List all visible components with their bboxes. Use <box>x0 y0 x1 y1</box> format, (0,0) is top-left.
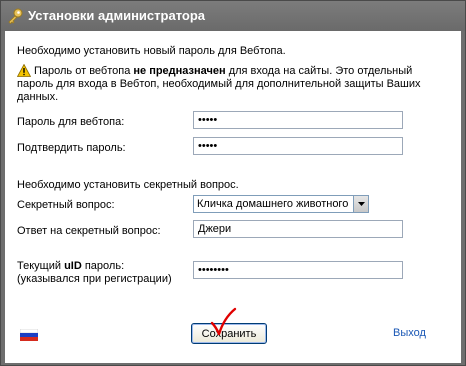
checkmark-annotation-icon <box>210 307 237 336</box>
secret-question-label: Секретный вопрос: <box>17 199 115 211</box>
password-section-heading: Необходимо установить новый пароль для В… <box>17 45 286 57</box>
window-title: Установки администратора <box>28 8 205 23</box>
warning-message: Пароль от вебтопа не предназначен для вх… <box>17 65 421 103</box>
confirm-password-input[interactable]: ••••• <box>193 137 403 155</box>
chevron-down-icon[interactable] <box>353 196 368 212</box>
uid-password-note: (указывался при регистрации) <box>17 273 172 285</box>
secret-question-selected: Кличка домашнего животного <box>197 198 349 210</box>
russian-flag-icon[interactable] <box>20 329 38 341</box>
uid-password-label: Текущий uID пароль: (указывался при реги… <box>17 260 172 285</box>
uid-password-input[interactable]: •••••••• <box>193 261 403 279</box>
form-panel: Необходимо установить новый пароль для В… <box>5 31 461 363</box>
key-icon <box>8 8 23 25</box>
webtop-password-label: Пароль для вебтопа: <box>17 116 125 128</box>
secret-question-select[interactable]: Кличка домашнего животного <box>193 195 369 213</box>
secret-answer-label: Ответ на секретный вопрос: <box>17 225 161 237</box>
webtop-password-input[interactable]: ••••• <box>193 111 403 129</box>
title-bar[interactable]: Установки администратора <box>1 1 465 31</box>
admin-settings-window: Установки администратора Необходимо уста… <box>0 0 466 366</box>
confirm-password-label: Подтвердить пароль: <box>17 142 126 154</box>
secret-answer-input[interactable]: Джери <box>193 220 403 238</box>
exit-link[interactable]: Выход <box>393 327 426 339</box>
secret-section-heading: Необходимо установить секретный вопрос. <box>17 179 239 191</box>
